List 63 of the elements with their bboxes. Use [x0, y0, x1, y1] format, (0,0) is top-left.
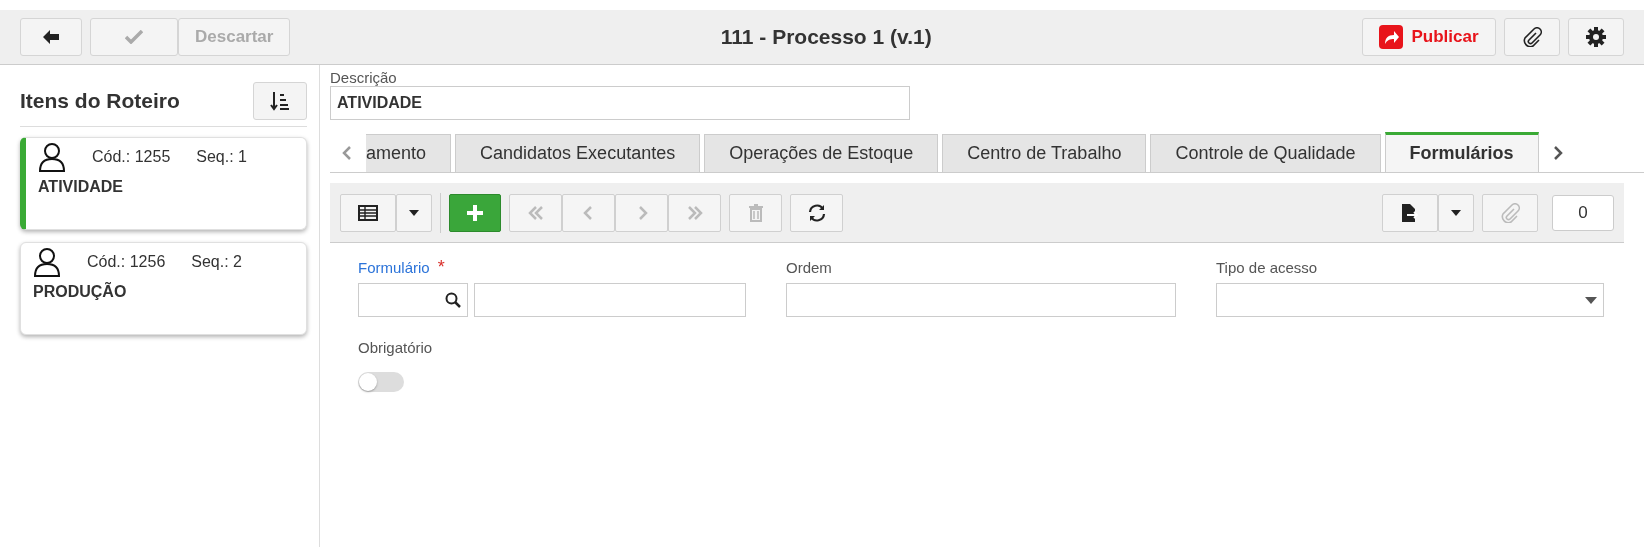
tab[interactable]: Candidatos Executantes — [455, 134, 701, 172]
share-icon — [1379, 25, 1404, 49]
sidebar-title: Itens do Roteiro — [20, 88, 180, 113]
sort-button[interactable] — [253, 81, 307, 120]
file-export-icon — [1401, 202, 1419, 223]
publish-button[interactable]: Publicar — [1362, 18, 1496, 56]
confirm-button[interactable] — [90, 18, 178, 56]
item-code: Cód.: 1256 — [87, 253, 166, 271]
route-item-card[interactable]: Cód.: 1255 Seq.: 1 ATIVIDADE — [20, 137, 307, 230]
search-icon — [445, 292, 461, 308]
last-button[interactable] — [668, 193, 721, 232]
plus-icon — [466, 203, 484, 222]
check-icon — [125, 30, 143, 44]
export-button[interactable] — [1382, 193, 1438, 232]
refresh-icon — [806, 202, 827, 223]
tab[interactable]: Centro de Trabalho — [942, 134, 1147, 172]
form-name-field[interactable] — [474, 283, 746, 317]
description-label: Descrição — [330, 69, 398, 86]
double-chevron-left-icon — [527, 204, 544, 221]
required-toggle[interactable] — [358, 372, 404, 392]
paperclip-icon — [1500, 202, 1520, 223]
order-field[interactable] — [786, 283, 1176, 317]
item-name: ATIVIDADE — [38, 178, 125, 196]
refresh-button[interactable] — [790, 193, 843, 232]
item-name: PRODUÇÃO — [33, 283, 128, 301]
export-dropdown-button[interactable] — [1438, 193, 1474, 232]
attach-button[interactable] — [1504, 18, 1560, 56]
settings-button[interactable] — [1568, 18, 1624, 56]
item-sequence: Seq.: 2 — [191, 253, 242, 271]
back-arrow-icon — [43, 30, 59, 44]
settings-icon — [1586, 27, 1606, 47]
description-field[interactable]: ATIVIDADE — [330, 86, 910, 120]
first-button[interactable] — [509, 193, 562, 232]
person-icon — [38, 142, 66, 172]
back-button[interactable] — [20, 18, 82, 56]
tab[interactable]: Operações de Estoque — [704, 134, 939, 172]
access-type-label: Tipo de acesso — [1216, 258, 1318, 276]
order-label: Ordem — [786, 258, 832, 276]
caret-icon — [1585, 296, 1597, 304]
form-code-field[interactable] — [358, 283, 468, 317]
sort-icon — [270, 90, 290, 111]
required-label: Obrigatório — [358, 339, 434, 356]
tab[interactable]: Controle de Qualidade — [1150, 134, 1381, 172]
form-label: Formulário — [358, 258, 430, 276]
tab[interactable]: amento — [366, 134, 452, 172]
double-chevron-right-icon — [686, 204, 703, 221]
required-mark: * — [437, 256, 445, 278]
item-code: Cód.: 1255 — [92, 148, 171, 166]
tab[interactable]: Formulários — [1384, 132, 1539, 172]
delete-button[interactable] — [729, 193, 782, 232]
paperclip-icon — [1522, 27, 1542, 47]
trash-icon — [747, 203, 764, 222]
view-dropdown-button[interactable] — [396, 193, 432, 232]
table-icon — [358, 204, 378, 221]
grid-view-button[interactable] — [340, 193, 396, 232]
person-icon — [33, 247, 61, 277]
add-button[interactable] — [449, 193, 501, 232]
window-title: 111 - Processo 1 (v.1) — [719, 25, 933, 49]
caret-icon — [409, 209, 419, 216]
caret-icon — [1451, 209, 1461, 216]
attachment-count: 0 — [1552, 194, 1614, 231]
item-sequence: Seq.: 1 — [196, 148, 247, 166]
route-item-card[interactable]: Cód.: 1256 Seq.: 2 PRODUÇÃO — [20, 242, 307, 335]
